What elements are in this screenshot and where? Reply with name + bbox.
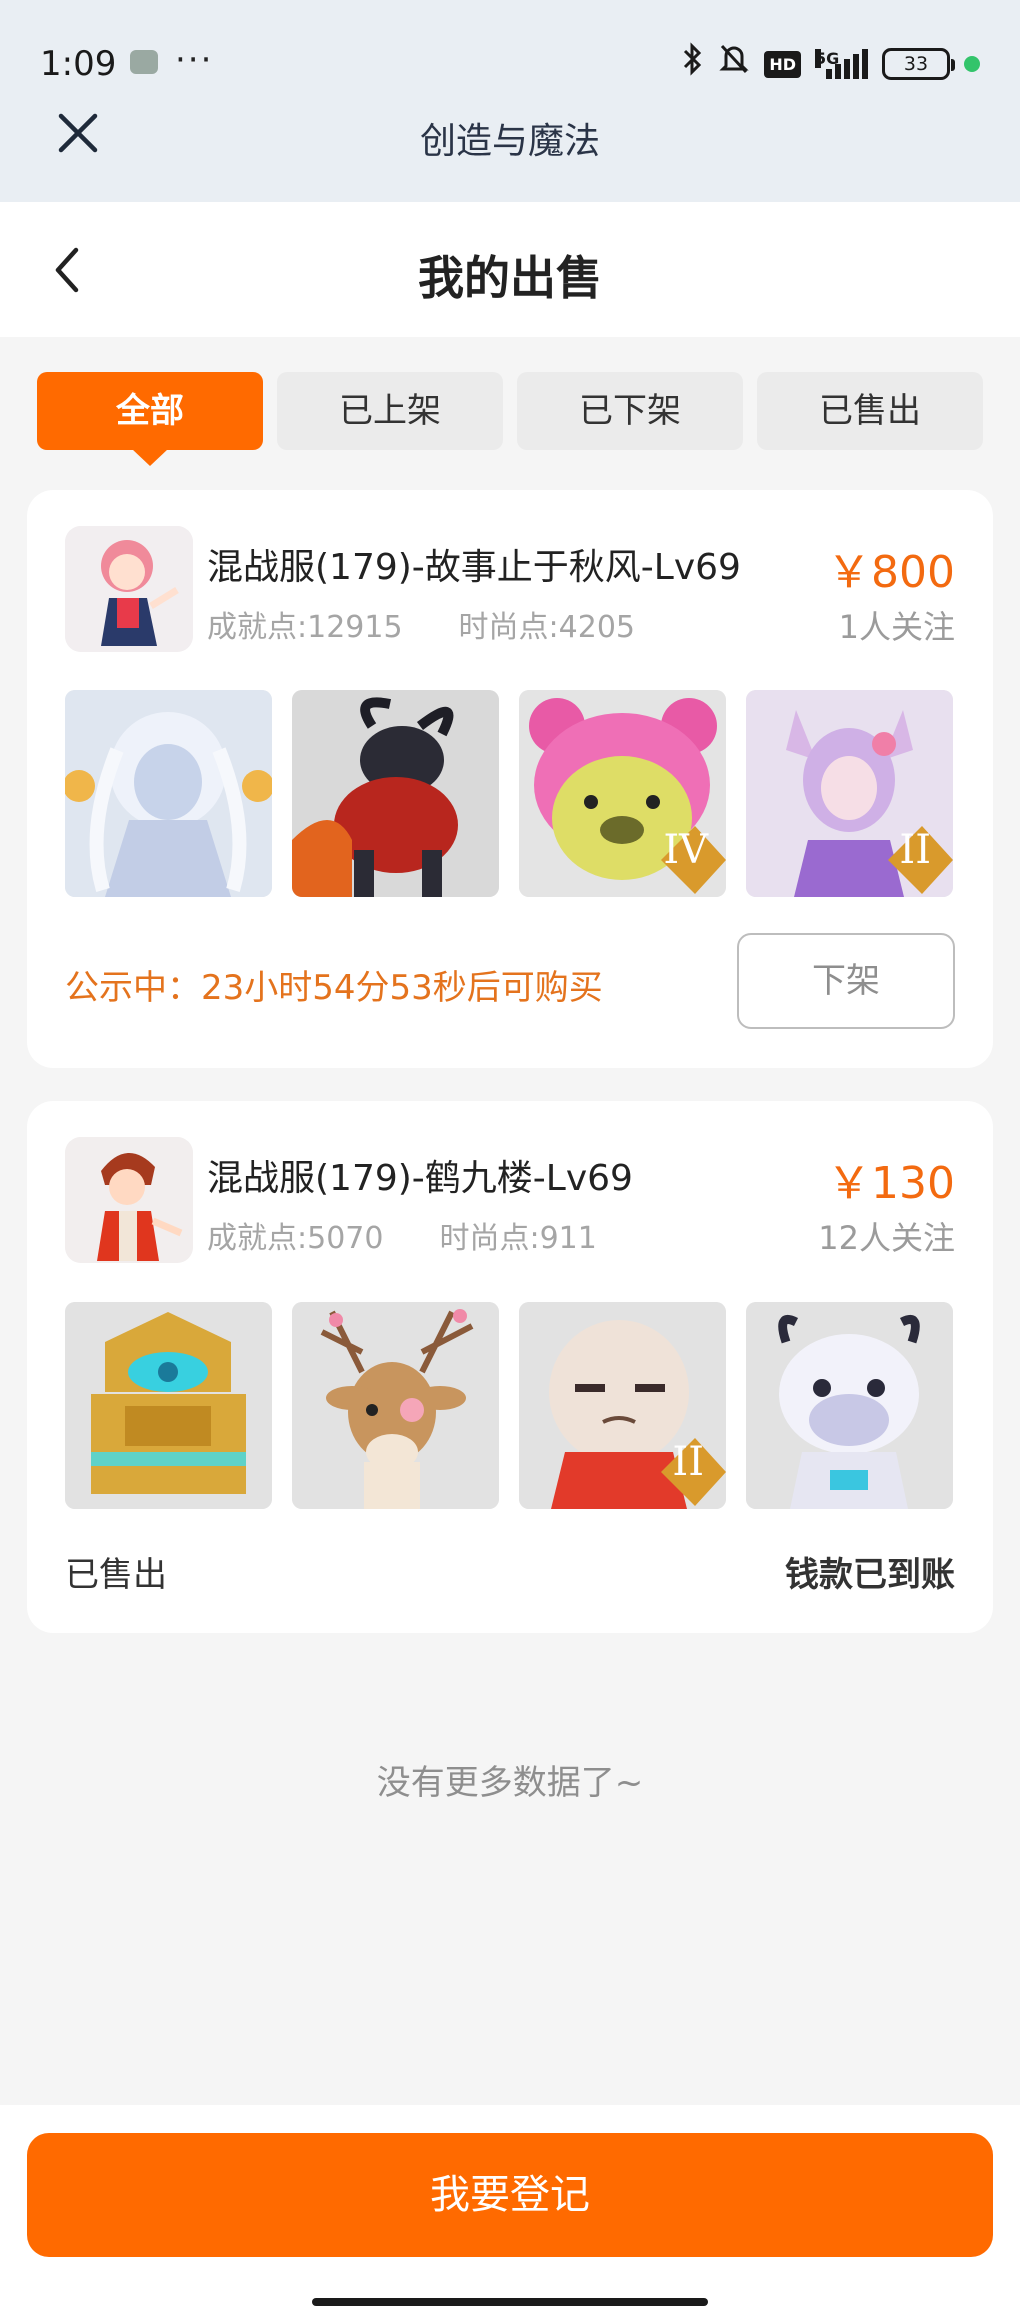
listing-stats: 成就点:5070 时尚点:911 bbox=[207, 1213, 597, 1257]
notification-app-icon bbox=[130, 50, 158, 74]
tab-sold[interactable]: 已售出 bbox=[757, 372, 983, 450]
listing-card[interactable]: 混战服(179)-鹤九楼-Lv69 成就点:5070 时尚点:911 ￥130 1… bbox=[27, 1101, 993, 1633]
item-thumbnail[interactable] bbox=[292, 1302, 499, 1509]
app-header: 1:09 ··· HD 5G 33 创造与魔法 bbox=[0, 0, 1020, 202]
tab-listed[interactable]: 已上架 bbox=[277, 372, 503, 450]
payment-status: 钱款已到账 bbox=[785, 1555, 955, 1595]
listing-card[interactable]: 混战服(179)-故事止于秋风-Lv69 成就点:12915 时尚点:4205 ￥… bbox=[27, 490, 993, 1068]
follower-count: 12人关注 bbox=[818, 1219, 955, 1257]
follower-count: 1人关注 bbox=[838, 608, 955, 646]
mute-bell-icon bbox=[718, 42, 750, 87]
character-avatar bbox=[65, 1137, 193, 1263]
item-thumbnail[interactable] bbox=[65, 690, 272, 897]
sold-status: 已售出 bbox=[65, 1555, 167, 1595]
achievement-points: 成就点:5070 bbox=[207, 1221, 384, 1256]
fashion-points: 时尚点:911 bbox=[439, 1221, 597, 1256]
publicity-notice: 公示中：23小时54分53秒后可购买 bbox=[65, 968, 603, 1008]
status-icons: HD 5G 33 bbox=[682, 41, 980, 87]
listing-title: 混战服(179)-鹤九楼-Lv69 bbox=[207, 1158, 633, 1199]
delist-button[interactable]: 下架 bbox=[737, 933, 955, 1029]
register-button[interactable]: 我要登记 bbox=[27, 2133, 993, 2257]
listing-stats: 成就点:12915 时尚点:4205 bbox=[207, 602, 635, 646]
listing-price: ￥130 bbox=[827, 1158, 955, 1209]
item-thumbnail[interactable]: IV bbox=[519, 690, 726, 897]
home-indicator[interactable] bbox=[312, 2298, 708, 2306]
no-more-data-text: 没有更多数据了~ bbox=[376, 1763, 644, 1803]
achievement-points: 成就点:12915 bbox=[207, 610, 403, 645]
item-thumbnail[interactable] bbox=[292, 690, 499, 897]
privacy-indicator-icon bbox=[964, 56, 980, 72]
tier-badge: IV bbox=[663, 827, 708, 873]
signal-icon: 5G bbox=[815, 49, 868, 79]
item-thumbnails: IV II bbox=[65, 690, 955, 897]
item-thumbnail[interactable] bbox=[746, 1302, 953, 1509]
hd-badge: HD bbox=[764, 50, 801, 78]
page-header: 我的出售 bbox=[0, 202, 1020, 337]
tab-delisted[interactable]: 已下架 bbox=[517, 372, 743, 450]
tier-badge: II bbox=[899, 827, 931, 873]
page-title: 我的出售 bbox=[418, 251, 602, 305]
listing-title: 混战服(179)-故事止于秋风-Lv69 bbox=[207, 547, 741, 588]
item-thumbnails: II bbox=[65, 1302, 955, 1509]
item-thumbnail[interactable]: II bbox=[519, 1302, 726, 1509]
app-title: 创造与魔法 bbox=[419, 121, 600, 162]
tab-all[interactable]: 全部 bbox=[37, 372, 263, 466]
item-thumbnail[interactable] bbox=[65, 1302, 272, 1509]
status-time: 1:09 bbox=[40, 44, 117, 84]
filter-tabs: 全部 已上架 已下架 已售出 bbox=[37, 372, 983, 466]
bluetooth-icon bbox=[682, 41, 704, 87]
fashion-points: 时尚点:4205 bbox=[458, 610, 636, 645]
listing-price: ￥800 bbox=[827, 547, 955, 598]
character-avatar bbox=[65, 526, 193, 652]
more-notifications-icon: ··· bbox=[175, 40, 214, 80]
tier-badge: II bbox=[672, 1439, 704, 1485]
battery-icon: 33 bbox=[882, 48, 955, 80]
item-thumbnail[interactable]: II bbox=[746, 690, 953, 897]
